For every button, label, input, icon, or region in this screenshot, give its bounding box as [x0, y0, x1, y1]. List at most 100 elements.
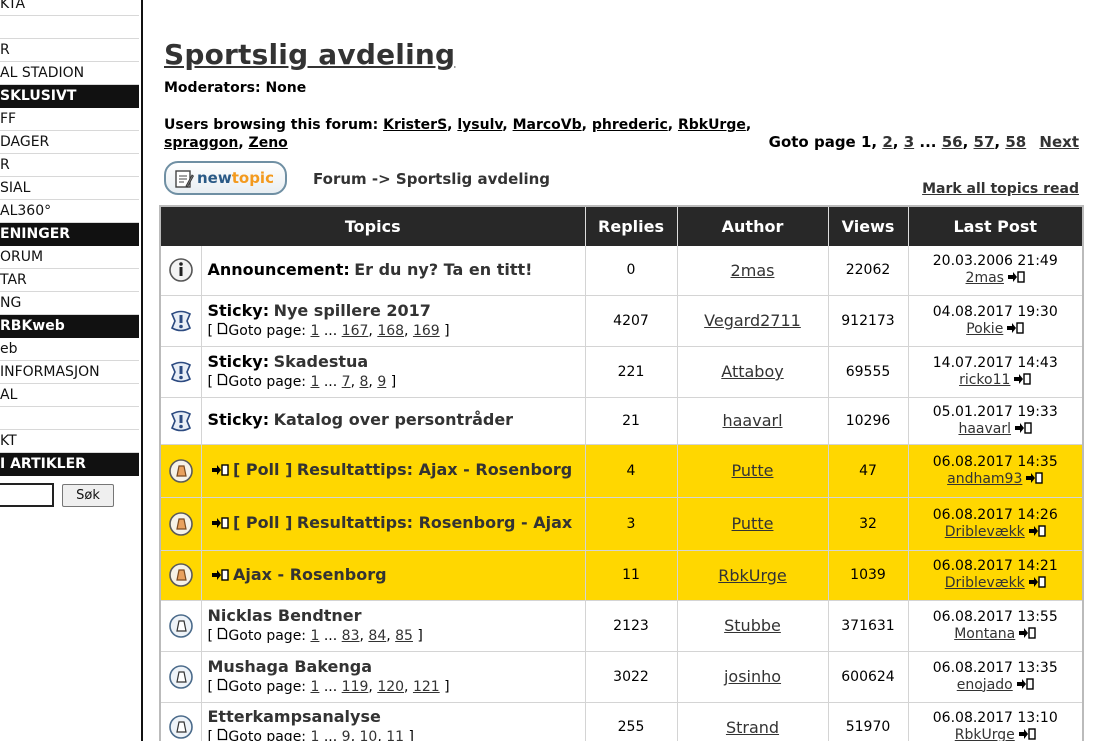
go-to-last-post-icon[interactable] — [1018, 626, 1036, 640]
last-post-user-link[interactable]: Driblevækk — [945, 524, 1025, 540]
breadcrumb-separator: -> — [371, 170, 391, 188]
user-link[interactable]: KristerS — [383, 117, 447, 133]
last-post-user-link[interactable]: Montana — [954, 626, 1015, 642]
sidebar-item[interactable]: R — [0, 154, 139, 177]
go-to-last-post-icon[interactable] — [1028, 524, 1046, 538]
sidebar-item[interactable]: TAR — [0, 269, 139, 292]
last-post-user-link[interactable]: Pokie — [966, 321, 1003, 337]
search-button[interactable]: Søk — [62, 484, 114, 507]
sidebar-item[interactable]: eb — [0, 338, 139, 361]
go-to-last-post-icon[interactable] — [1013, 372, 1032, 386]
author-link[interactable]: josinho — [724, 667, 781, 686]
page-link[interactable]: 168 — [377, 323, 404, 339]
page-link[interactable]: 1 — [310, 628, 319, 644]
page-link[interactable]: 169 — [413, 323, 440, 339]
author-link[interactable]: RbkUrge — [718, 566, 787, 585]
search-input[interactable] — [0, 483, 54, 507]
topic-title-link[interactable]: Skadestua — [274, 352, 369, 371]
go-to-last-post-icon[interactable] — [1018, 727, 1036, 741]
page-link[interactable]: 1 — [310, 679, 319, 695]
topic-title-link[interactable]: Nye spillere 2017 — [274, 301, 431, 320]
sidebar-item[interactable]: AL — [0, 384, 139, 407]
page-link[interactable]: 10 — [360, 729, 378, 741]
page-link[interactable]: 2 — [882, 133, 892, 151]
sidebar-item[interactable]: AL360° — [0, 200, 139, 223]
go-to-last-post-icon[interactable] — [1016, 677, 1034, 691]
topic-title-link[interactable]: Er du ny? Ta en titt! — [354, 260, 532, 279]
author-link[interactable]: Vegard2711 — [704, 311, 801, 330]
topic-title-link[interactable]: Ajax - Rosenborg — [233, 565, 387, 584]
sidebar-item[interactable]: FF — [0, 108, 139, 131]
topic-title-link[interactable]: Katalog over persontråder — [274, 410, 514, 429]
author-link[interactable]: haavarl — [722, 411, 782, 430]
go-to-last-post-icon[interactable] — [1028, 575, 1046, 589]
goto-page-label: Goto page — [768, 133, 856, 151]
page-link[interactable]: 58 — [1005, 133, 1026, 151]
sidebar-item[interactable]: AL STADION — [0, 62, 139, 85]
author-link[interactable]: Strand — [726, 718, 779, 737]
topic-title-link[interactable]: Nicklas Bendtner — [208, 606, 362, 625]
author-link[interactable]: 2mas — [731, 261, 775, 280]
topic-title-link[interactable]: Mushaga Bakenga — [208, 657, 373, 676]
new-topic-button[interactable]: newtopic — [164, 161, 287, 195]
go-to-last-post-icon[interactable] — [1014, 421, 1032, 435]
page-link[interactable]: 84 — [368, 628, 386, 644]
page-link[interactable]: 9 — [342, 729, 351, 741]
author-link[interactable]: Stubbe — [724, 616, 781, 635]
author-link[interactable]: Putte — [732, 514, 774, 533]
page-link[interactable]: 9 — [377, 374, 386, 390]
last-post-user-link[interactable]: Driblevækk — [945, 575, 1025, 591]
user-link[interactable]: RbkUrge — [678, 117, 746, 133]
user-link[interactable]: Zeno — [249, 135, 288, 151]
page-link[interactable]: 1 — [310, 374, 319, 390]
last-post-user-link[interactable]: andham93 — [947, 471, 1022, 487]
breadcrumb-current-link[interactable]: Sportslig avdeling — [396, 170, 550, 188]
page-link[interactable]: 119 — [342, 679, 369, 695]
user-link[interactable]: MarcoVb — [513, 117, 582, 133]
page-link[interactable]: 121 — [413, 679, 440, 695]
go-to-last-post-icon[interactable] — [1007, 270, 1025, 284]
sidebar-item[interactable]: R — [0, 39, 139, 62]
next-page-link[interactable]: Next — [1039, 133, 1079, 151]
author-link[interactable]: Putte — [732, 461, 774, 480]
page-link[interactable]: 1 — [310, 323, 319, 339]
page-link[interactable]: 1 — [310, 729, 319, 741]
author-link[interactable]: Attaboy — [721, 362, 783, 381]
sidebar-item[interactable] — [0, 407, 139, 430]
page-link[interactable]: 120 — [377, 679, 404, 695]
sidebar-item[interactable]: NG — [0, 292, 139, 315]
topic-title-link[interactable]: Resultattips: Rosenborg - Ajax — [297, 513, 572, 532]
last-post-user-link[interactable]: ricko11 — [959, 372, 1010, 388]
last-post-user-link[interactable]: haavarl — [958, 421, 1011, 437]
page-link[interactable]: 8 — [360, 374, 369, 390]
page-link[interactable]: 83 — [342, 628, 360, 644]
last-post-user-link[interactable]: 2mas — [966, 270, 1004, 286]
sidebar-item[interactable]: ORUM — [0, 246, 139, 269]
sidebar-item[interactable]: SIAL — [0, 177, 139, 200]
go-to-last-post-icon[interactable] — [1025, 471, 1044, 485]
sidebar-item[interactable] — [0, 16, 139, 39]
page-link[interactable]: 3 — [904, 133, 914, 151]
last-post-user-link[interactable]: RbkUrge — [955, 727, 1015, 741]
page-link[interactable]: 167 — [342, 323, 369, 339]
topic-title-link[interactable]: Etterkampsanalyse — [208, 707, 381, 726]
sidebar-item-label: INFORMASJON — [0, 364, 100, 380]
user-link[interactable]: lysulv — [457, 117, 502, 133]
sidebar-item[interactable]: DAGER — [0, 131, 139, 154]
user-link[interactable]: phrederic — [592, 117, 668, 133]
go-to-last-post-icon[interactable] — [1006, 321, 1025, 335]
topic-title-link[interactable]: Resultattips: Ajax - Rosenborg — [297, 460, 572, 479]
page-link[interactable]: 7 — [342, 374, 351, 390]
page-link[interactable]: 56 — [942, 133, 963, 151]
page-link[interactable]: 57 — [974, 133, 995, 151]
sidebar-item[interactable]: INFORMASJON — [0, 361, 139, 384]
page-title[interactable]: Sportslig avdeling — [164, 38, 455, 71]
last-post-user-link[interactable]: enojado — [957, 677, 1013, 693]
page-link[interactable]: 85 — [395, 628, 413, 644]
sidebar-item[interactable]: KT — [0, 430, 139, 453]
user-link[interactable]: spraggon — [164, 135, 238, 151]
page-link[interactable]: 11 — [386, 729, 404, 741]
mark-all-read-link[interactable]: Mark all topics read — [922, 181, 1079, 197]
sidebar-item[interactable]: KTA — [0, 0, 139, 16]
breadcrumb-forum-link[interactable]: Forum — [313, 170, 367, 188]
